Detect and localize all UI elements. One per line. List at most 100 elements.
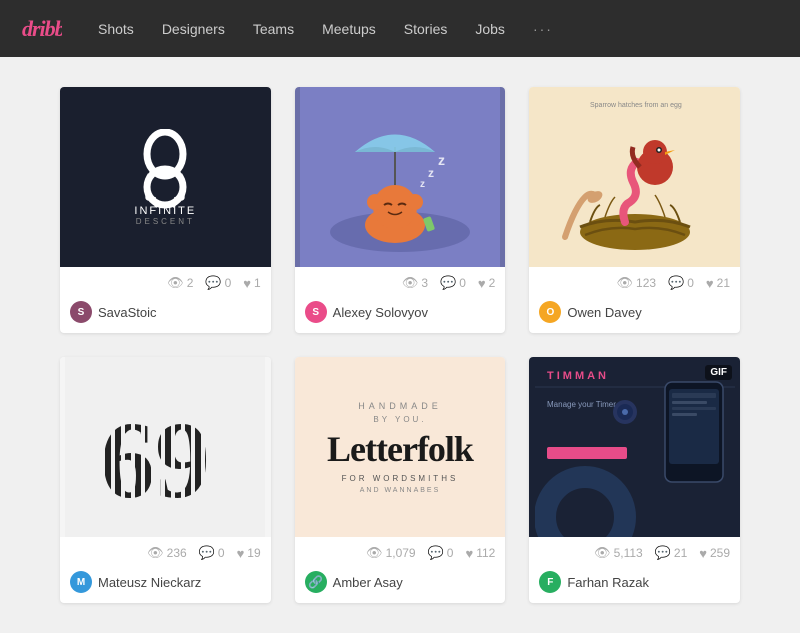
eye-icon-2: 👁: [402, 275, 419, 291]
main-content: INFINITE DESCENT 👁 2 💬 0 ♥ 1: [0, 57, 800, 633]
letterfolk-title: Letterfolk: [327, 428, 473, 470]
shot-thumbnail-4[interactable]: 69: [60, 357, 271, 537]
svg-text:z: z: [420, 179, 425, 190]
comment-icon-4: 💬: [199, 545, 215, 561]
nav-meetups[interactable]: Meetups: [310, 13, 388, 45]
views-3: 👁 123: [617, 275, 657, 291]
comments-1: 💬 0: [205, 275, 231, 291]
shot-card-6: GIF TIMMAN Manage your Timer: [529, 357, 740, 603]
nav-designers[interactable]: Designers: [150, 13, 237, 45]
likes-1: ♥ 1: [243, 276, 260, 291]
avatar-4[interactable]: M: [70, 571, 92, 593]
comment-icon-5: 💬: [428, 545, 444, 561]
nav-stories[interactable]: Stories: [392, 13, 460, 45]
svg-text:dribbble: dribbble: [22, 16, 62, 41]
views-6: 👁 5,113: [594, 545, 643, 561]
timman-app-svg: TIMMAN Manage your Timer: [535, 357, 735, 537]
letterfolk-for: FOR WORDSMITHS: [342, 474, 459, 483]
heart-icon-5: ♥: [465, 546, 473, 561]
shot-thumbnail-2[interactable]: z z z: [295, 87, 506, 267]
infinite-descent-svg: [135, 129, 195, 209]
svg-text:z: z: [438, 152, 445, 168]
nav-jobs[interactable]: Jobs: [463, 13, 517, 45]
shot-meta-2: 👁 3 💬 0 ♥ 2: [295, 267, 506, 295]
nav-links: Shots Designers Teams Meetups Stories Jo…: [86, 13, 565, 45]
heart-icon-6: ♥: [699, 546, 707, 561]
eye-icon-6: 👁: [594, 545, 611, 561]
svg-text:TIMMAN: TIMMAN: [547, 370, 609, 382]
likes-2: ♥ 2: [478, 276, 495, 291]
69-logo-svg: 69: [65, 357, 265, 537]
letterfolk-by: BY YOU.: [373, 415, 426, 424]
author-name-4[interactable]: Mateusz Nieckarz: [98, 575, 201, 590]
shot-card: INFINITE DESCENT 👁 2 💬 0 ♥ 1: [60, 87, 271, 333]
comments-3: 💬 0: [668, 275, 694, 291]
views-5: 👁 1,079: [366, 545, 416, 561]
shot-thumbnail-6[interactable]: GIF TIMMAN Manage your Timer: [529, 357, 740, 537]
shot-author-6: F Farhan Razak: [529, 565, 740, 603]
likes-4: ♥ 19: [237, 546, 261, 561]
avatar-2[interactable]: S: [305, 301, 327, 323]
nav-teams[interactable]: Teams: [241, 13, 306, 45]
shot-meta-1: 👁 2 💬 0 ♥ 1: [60, 267, 271, 295]
heart-icon-2: ♥: [478, 276, 486, 291]
nav-shots[interactable]: Shots: [86, 13, 146, 45]
shot-thumbnail-5[interactable]: HANDMADE BY YOU. Letterfolk FOR WORDSMIT…: [295, 357, 506, 537]
svg-text:z: z: [428, 166, 434, 180]
comment-icon-2: 💬: [440, 275, 456, 291]
shot-thumbnail-1[interactable]: INFINITE DESCENT: [60, 87, 271, 267]
letterfolk-handmade: HANDMADE: [358, 401, 442, 411]
shot-meta-6: 👁 5,113 💬 21 ♥ 259: [529, 537, 740, 565]
shot-author-4: M Mateusz Nieckarz: [60, 565, 271, 603]
eye-icon-3: 👁: [617, 275, 634, 291]
views-1: 👁 2: [167, 275, 193, 291]
shot-thumbnail-3[interactable]: Sparrow hatches from an egg: [529, 87, 740, 267]
shots-grid: INFINITE DESCENT 👁 2 💬 0 ♥ 1: [60, 87, 740, 603]
comment-icon-6: 💬: [655, 545, 671, 561]
shot-card-5: HANDMADE BY YOU. Letterfolk FOR WORDSMIT…: [295, 357, 506, 603]
comment-icon-3: 💬: [668, 275, 684, 291]
shot-author-3: O Owen Davey: [529, 295, 740, 333]
comments-6: 💬 21: [655, 545, 688, 561]
infinite-sub: DESCENT: [136, 217, 195, 226]
comment-icon: 💬: [205, 275, 221, 291]
shot-author-1: S SavaStoic: [60, 295, 271, 333]
author-name-2[interactable]: Alexey Solovyov: [333, 305, 428, 320]
shot-author-5: 🔗 Amber Asay: [295, 565, 506, 603]
views-4: 👁 236: [147, 545, 187, 561]
heart-icon-3: ♥: [706, 276, 714, 291]
comments-2: 💬 0: [440, 275, 466, 291]
avatar-6[interactable]: F: [539, 571, 561, 593]
comments-5: 💬 0: [428, 545, 454, 561]
author-name-6[interactable]: Farhan Razak: [567, 575, 649, 590]
shot-meta-5: 👁 1,079 💬 0 ♥ 112: [295, 537, 506, 565]
author-name-1[interactable]: SavaStoic: [98, 305, 157, 320]
comments-4: 💬 0: [199, 545, 225, 561]
letterfolk-and: AND WANNABES: [360, 487, 441, 494]
shot-author-2: S Alexey Solovyov: [295, 295, 506, 333]
shot-card-4: 69 👁 236 💬 0 ♥ 19: [60, 357, 271, 603]
views-2: 👁 3: [402, 275, 428, 291]
sleeping-character-svg: z z z: [300, 87, 500, 267]
shot-card-3: Sparrow hatches from an egg 👁 123 💬 0 ♥: [529, 87, 740, 333]
avatar-5[interactable]: 🔗: [305, 571, 327, 593]
dribbble-logo[interactable]: dribbble: [20, 10, 62, 48]
likes-6: ♥ 259: [699, 546, 730, 561]
bird-nest-svg: Sparrow hatches from an egg: [535, 87, 735, 267]
nav-more[interactable]: ···: [521, 13, 565, 45]
infinite-title: INFINITE: [134, 205, 196, 217]
likes-3: ♥ 21: [706, 276, 730, 291]
likes-5: ♥ 112: [465, 546, 495, 561]
shot-meta-3: 👁 123 💬 0 ♥ 21: [529, 267, 740, 295]
heart-icon-4: ♥: [237, 546, 245, 561]
avatar-1[interactable]: S: [70, 301, 92, 323]
eye-icon-5: 👁: [366, 545, 383, 561]
avatar-3[interactable]: O: [539, 301, 561, 323]
author-name-3[interactable]: Owen Davey: [567, 305, 641, 320]
svg-text:Sparrow hatches from an egg: Sparrow hatches from an egg: [590, 102, 682, 109]
navigation: dribbble Shots Designers Teams Meetups S…: [0, 0, 800, 57]
gif-badge: GIF: [705, 365, 732, 380]
svg-text:Manage your Timer: Manage your Timer: [547, 400, 616, 409]
author-name-5[interactable]: Amber Asay: [333, 575, 403, 590]
shot-meta-4: 👁 236 💬 0 ♥ 19: [60, 537, 271, 565]
